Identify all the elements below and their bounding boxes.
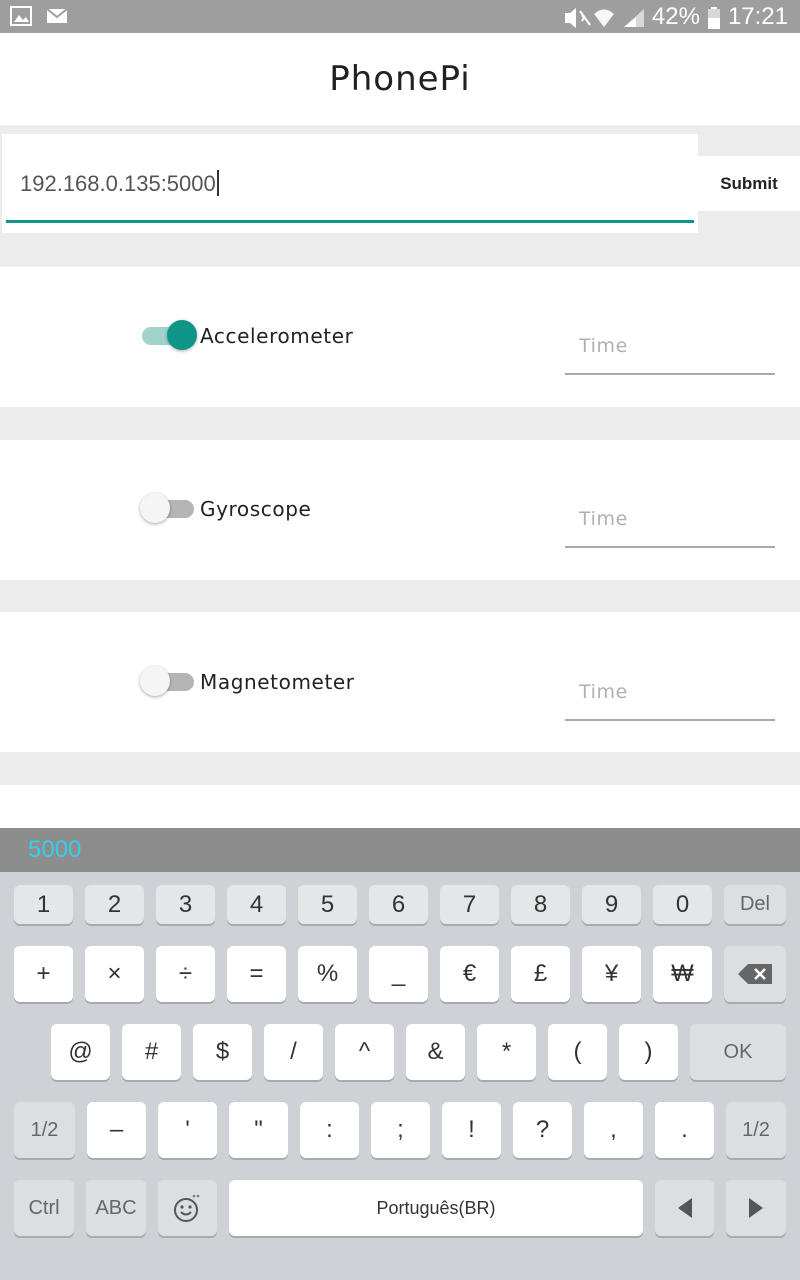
wifi-icon — [592, 7, 614, 27]
time-placeholder: Time — [579, 681, 628, 703]
server-address-input[interactable]: 192.168.0.135:5000 — [20, 170, 219, 197]
key[interactable]: $ — [193, 1024, 252, 1080]
gyroscope-toggle[interactable] — [140, 493, 196, 525]
toggle-thumb — [140, 493, 170, 523]
sensor-row-accelerometer: Accelerometer Time — [0, 267, 800, 407]
key[interactable]: ¥ — [582, 946, 641, 1002]
sensor-row-gyroscope: Gyroscope Time — [0, 440, 800, 580]
key[interactable]: ; — [371, 1102, 430, 1158]
battery-percent: 42% — [651, 3, 700, 30]
emoji-key[interactable] — [158, 1180, 217, 1236]
cursor-right-key[interactable] — [726, 1180, 786, 1236]
key[interactable]: 3 — [156, 885, 215, 924]
key[interactable]: / — [264, 1024, 323, 1080]
backspace-icon — [738, 964, 772, 984]
server-address-card: 192.168.0.135:5000 — [2, 134, 698, 233]
arrow-left-icon — [677, 1198, 692, 1218]
app-title: PhonePi — [329, 59, 471, 99]
smiley-icon — [173, 1194, 199, 1222]
mail-icon — [46, 6, 68, 26]
sensor-row-partial — [0, 785, 800, 828]
signal-icon — [622, 7, 644, 27]
key[interactable]: € — [440, 946, 499, 1002]
cursor-left-key[interactable] — [655, 1180, 714, 1236]
key[interactable]: ₩ — [653, 946, 712, 1002]
gyroscope-time-input[interactable]: Time — [565, 508, 775, 548]
key[interactable]: 6 — [369, 885, 428, 924]
sensor-row-magnetometer: Magnetometer Time — [0, 612, 800, 752]
submit-button[interactable]: Submit — [698, 156, 800, 211]
accelerometer-toggle[interactable] — [142, 320, 197, 352]
gallery-icon — [10, 6, 32, 26]
key[interactable]: – — [87, 1102, 146, 1158]
app-bar: PhonePi — [0, 33, 800, 125]
key[interactable]: ^ — [335, 1024, 394, 1080]
key[interactable]: # — [122, 1024, 181, 1080]
toggle-thumb — [140, 666, 170, 696]
key[interactable]: & — [406, 1024, 465, 1080]
key[interactable]: : — [300, 1102, 359, 1158]
key[interactable]: ? — [513, 1102, 572, 1158]
key[interactable]: @ — [51, 1024, 110, 1080]
key[interactable]: ! — [442, 1102, 501, 1158]
keyboard-suggestion-bar: 5000 — [0, 828, 800, 872]
key[interactable]: 4 — [227, 885, 286, 924]
symbol-page-key[interactable]: 1/2 — [14, 1102, 75, 1158]
key[interactable]: ' — [158, 1102, 217, 1158]
clock: 17:21 — [727, 3, 788, 30]
key[interactable]: , — [584, 1102, 643, 1158]
text-cursor — [216, 170, 219, 196]
key[interactable]: = — [227, 946, 286, 1002]
space-key[interactable]: Português(BR) — [229, 1180, 643, 1236]
key[interactable]: ) — [619, 1024, 678, 1080]
key[interactable]: + — [14, 946, 73, 1002]
accelerometer-time-input[interactable]: Time — [565, 335, 775, 375]
magnetometer-toggle[interactable] — [140, 666, 196, 698]
accelerometer-label: Accelerometer — [200, 324, 354, 348]
key[interactable]: 9 — [582, 885, 641, 924]
delete-key[interactable]: Del — [724, 885, 786, 924]
time-placeholder: Time — [579, 508, 628, 530]
ctrl-key[interactable]: Ctrl — [14, 1180, 74, 1236]
key[interactable]: * — [477, 1024, 536, 1080]
magnetometer-label: Magnetometer — [200, 670, 355, 694]
backspace-key[interactable] — [724, 946, 786, 1002]
suggestion-word[interactable]: 5000 — [28, 836, 81, 864]
toggle-thumb — [167, 320, 197, 350]
time-underline — [565, 546, 775, 548]
time-placeholder: Time — [579, 335, 628, 357]
key[interactable]: 8 — [511, 885, 570, 924]
arrow-right-icon — [749, 1198, 763, 1218]
time-underline — [565, 373, 775, 375]
key[interactable]: ÷ — [156, 946, 215, 1002]
key[interactable]: ( — [548, 1024, 607, 1080]
battery-icon — [707, 7, 720, 29]
key[interactable]: 5 — [298, 885, 357, 924]
key[interactable]: × — [85, 946, 144, 1002]
keyboard: 1 2 3 4 5 6 7 8 9 0 Del + × ÷ = % _ € £ … — [0, 872, 800, 1280]
key[interactable]: 7 — [440, 885, 499, 924]
symbol-page-key[interactable]: 1/2 — [726, 1102, 786, 1158]
key[interactable]: 2 — [85, 885, 144, 924]
server-address-value: 192.168.0.135:5000 — [20, 171, 216, 196]
ok-key[interactable]: OK — [690, 1024, 786, 1080]
status-bar: 42% 17:21 — [0, 0, 800, 33]
time-underline — [565, 719, 775, 721]
key[interactable]: £ — [511, 946, 570, 1002]
key[interactable]: % — [298, 946, 357, 1002]
vibrate-icon — [562, 7, 591, 28]
gyroscope-label: Gyroscope — [200, 497, 312, 521]
key[interactable]: _ — [369, 946, 428, 1002]
key[interactable]: 1 — [14, 885, 73, 924]
key[interactable]: . — [655, 1102, 714, 1158]
input-underline — [6, 220, 694, 223]
key[interactable]: " — [229, 1102, 288, 1158]
key[interactable]: 0 — [653, 885, 712, 924]
abc-key[interactable]: ABC — [86, 1180, 146, 1236]
magnetometer-time-input[interactable]: Time — [565, 681, 775, 721]
